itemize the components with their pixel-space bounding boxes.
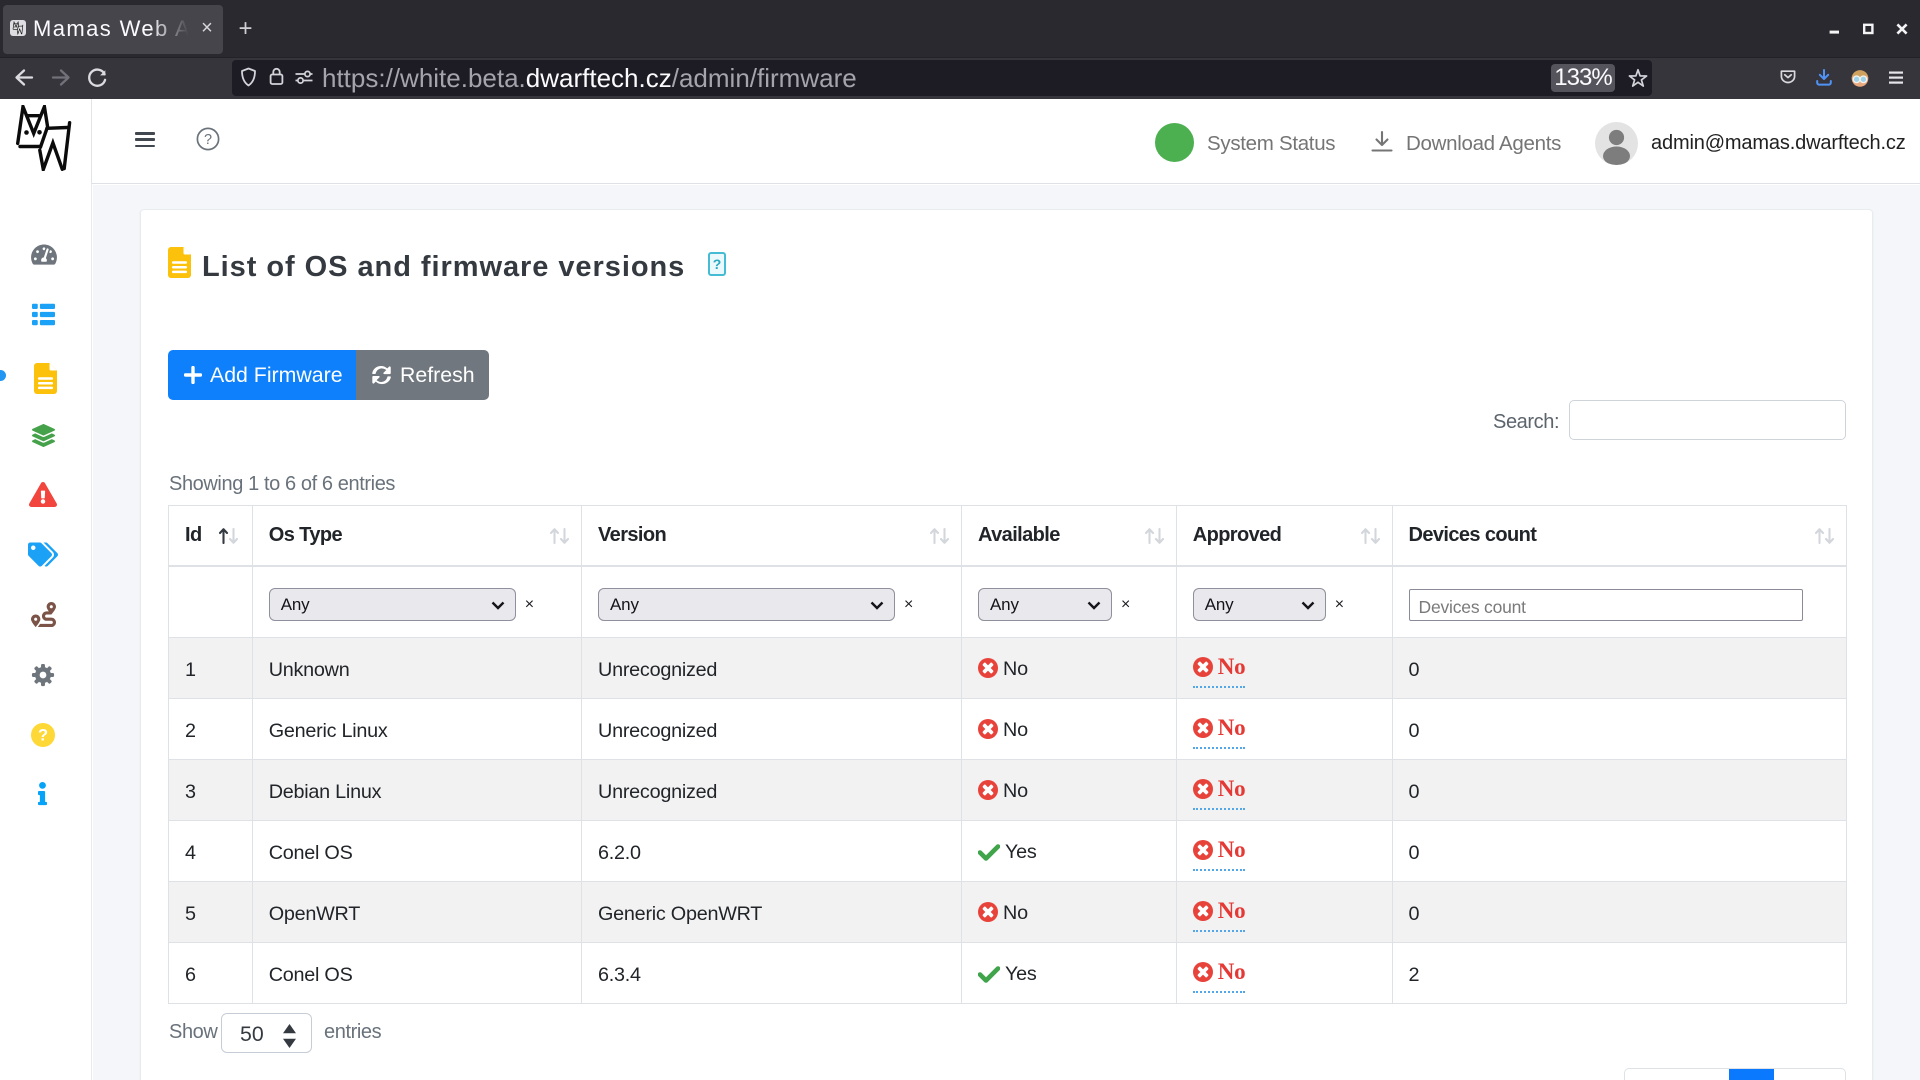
- svg-text:?: ?: [204, 132, 212, 148]
- svg-text:?: ?: [38, 727, 48, 745]
